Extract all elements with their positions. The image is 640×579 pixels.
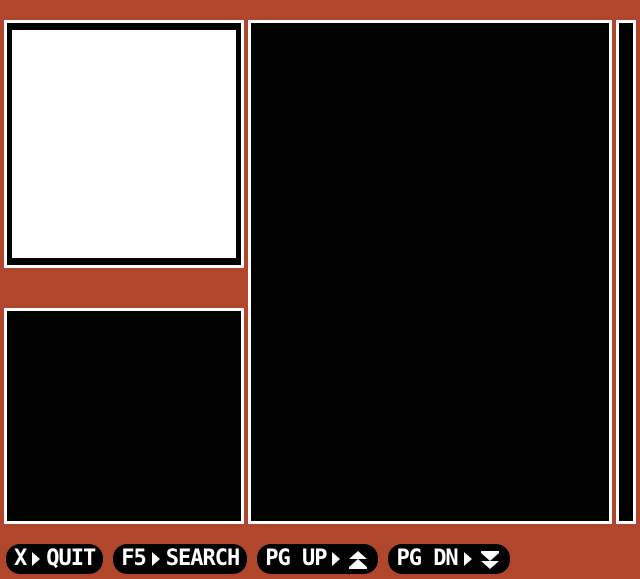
arrow-right-icon [32, 552, 41, 566]
double-down-arrow-icon [478, 549, 502, 569]
arrow-right-icon [463, 552, 472, 566]
footer-hints: X QUIT F5 SEARCH PG UP PG DN [0, 542, 640, 576]
preview-panel [4, 20, 244, 268]
quit-key: X [14, 546, 27, 571]
info-panel [4, 308, 244, 524]
double-up-arrow-icon [346, 549, 370, 569]
scrollbar[interactable] [616, 20, 636, 524]
quit-label: QUIT [46, 546, 96, 571]
page-down-hint[interactable]: PG DN [388, 544, 510, 574]
scrollbar-track[interactable] [619, 23, 633, 521]
search-key: F5 [121, 546, 146, 571]
file-list-panel[interactable] [248, 20, 612, 524]
quit-hint[interactable]: X QUIT [6, 544, 104, 574]
search-hint[interactable]: F5 SEARCH [113, 544, 248, 574]
page-up-key: PG UP [265, 546, 327, 571]
arrow-right-icon [332, 552, 341, 566]
page-up-hint[interactable]: PG UP [257, 544, 379, 574]
arrow-right-icon [151, 552, 160, 566]
search-label: SEARCH [165, 546, 240, 571]
preview-image [12, 30, 236, 258]
page-down-key: PG DN [396, 546, 458, 571]
